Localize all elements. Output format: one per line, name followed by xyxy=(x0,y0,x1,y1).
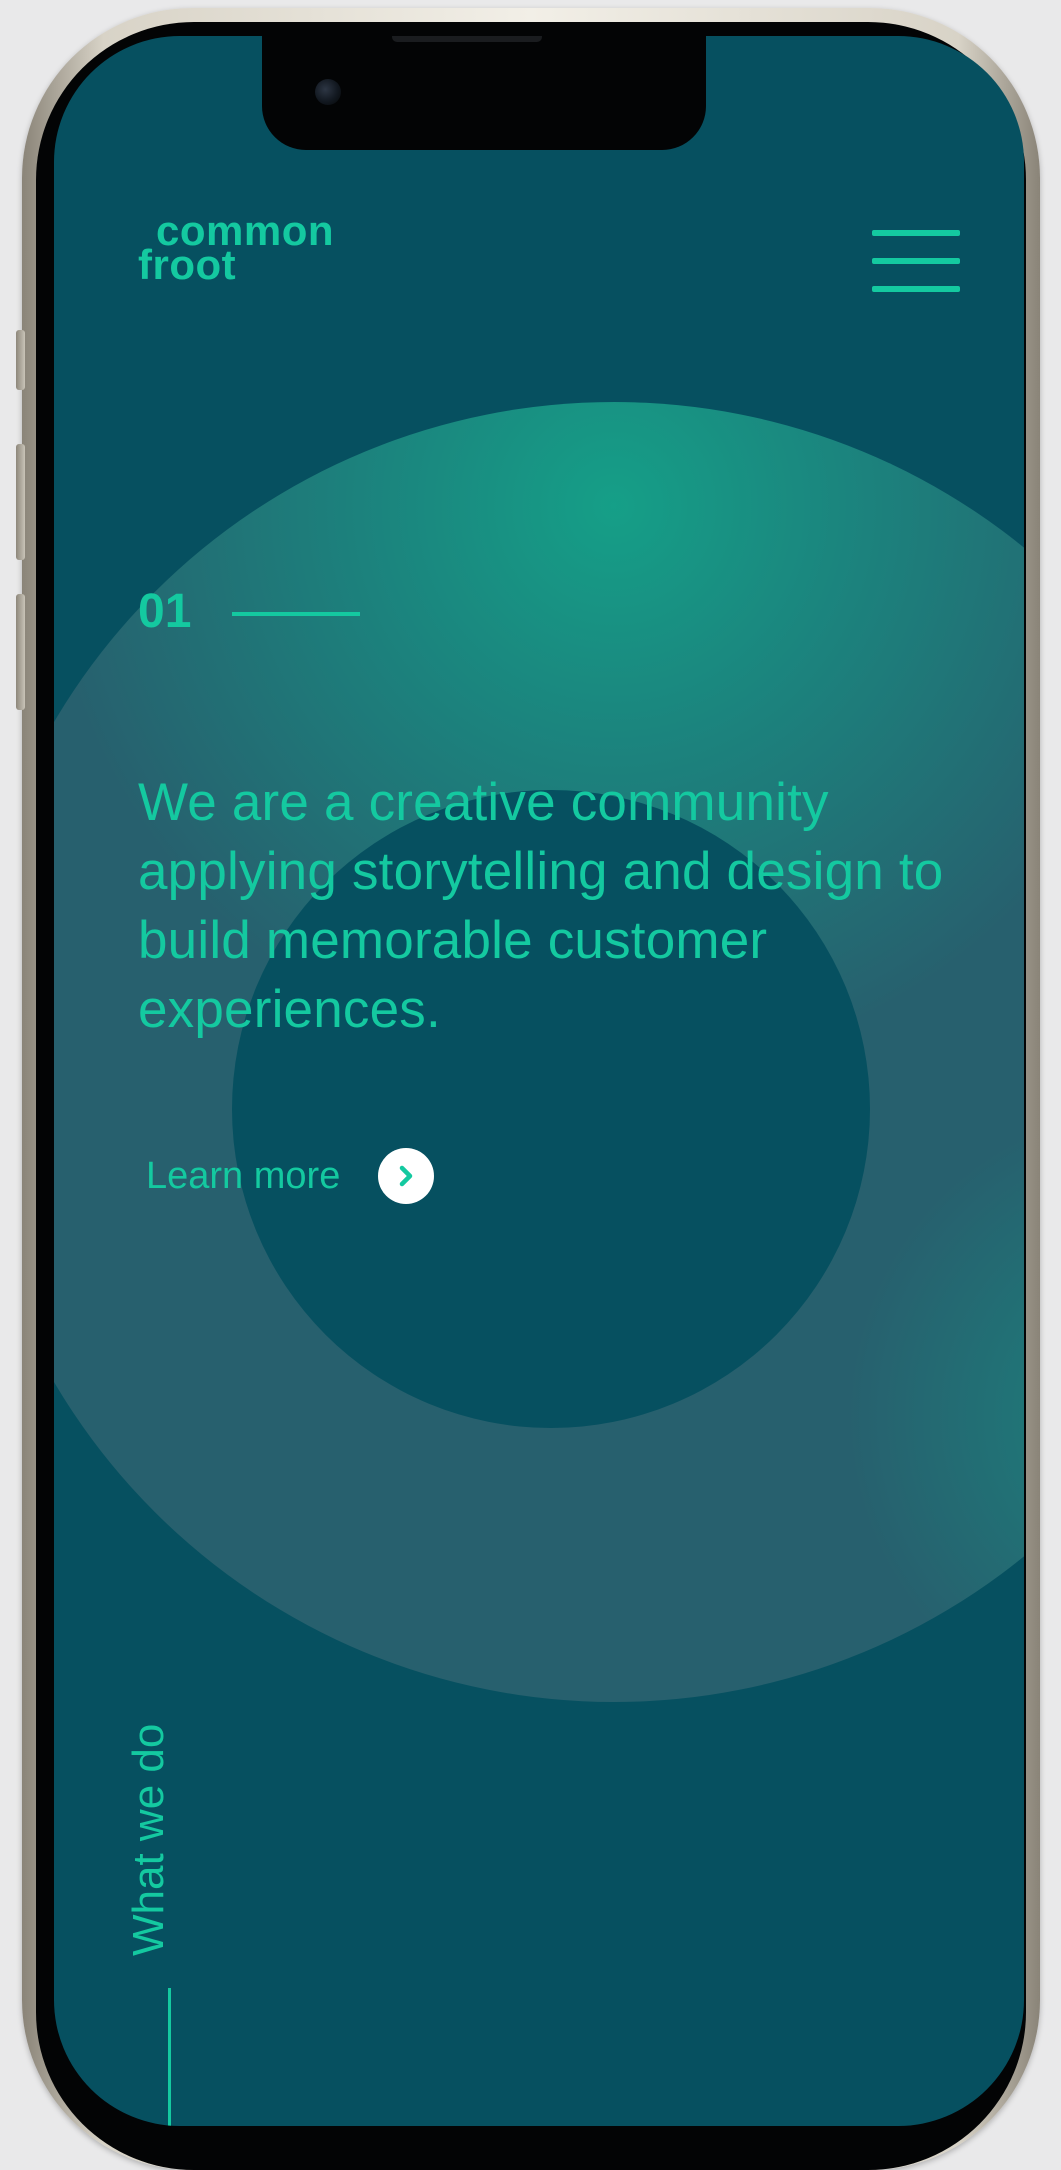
learn-more-label: Learn more xyxy=(146,1154,341,1197)
section-number: 01 xyxy=(138,585,192,638)
hamburger-menu-icon[interactable] xyxy=(872,230,962,296)
side-button-silent xyxy=(16,330,25,390)
side-label-rule xyxy=(168,1988,171,2126)
learn-more-link[interactable]: Learn more xyxy=(146,1148,435,1204)
section-side-label: What we do xyxy=(124,1723,173,1956)
section-divider xyxy=(232,612,360,616)
chevron-right-icon-glyph xyxy=(400,1165,413,1187)
menu-bar xyxy=(872,258,960,264)
front-camera xyxy=(315,79,341,105)
side-button-volume-up xyxy=(16,444,25,560)
menu-bar xyxy=(872,286,960,292)
speaker-grille xyxy=(392,36,542,42)
hero-headline: We are a creative community applying sto… xyxy=(138,773,944,1039)
chevron-right-icon[interactable] xyxy=(378,1148,435,1204)
notch xyxy=(262,36,706,150)
phone-screen: common froot 01 We are a creative commun… xyxy=(54,36,1024,2126)
menu-bar xyxy=(872,230,960,236)
brand-logo[interactable]: common froot xyxy=(138,210,334,286)
side-button-volume-down xyxy=(16,594,25,710)
